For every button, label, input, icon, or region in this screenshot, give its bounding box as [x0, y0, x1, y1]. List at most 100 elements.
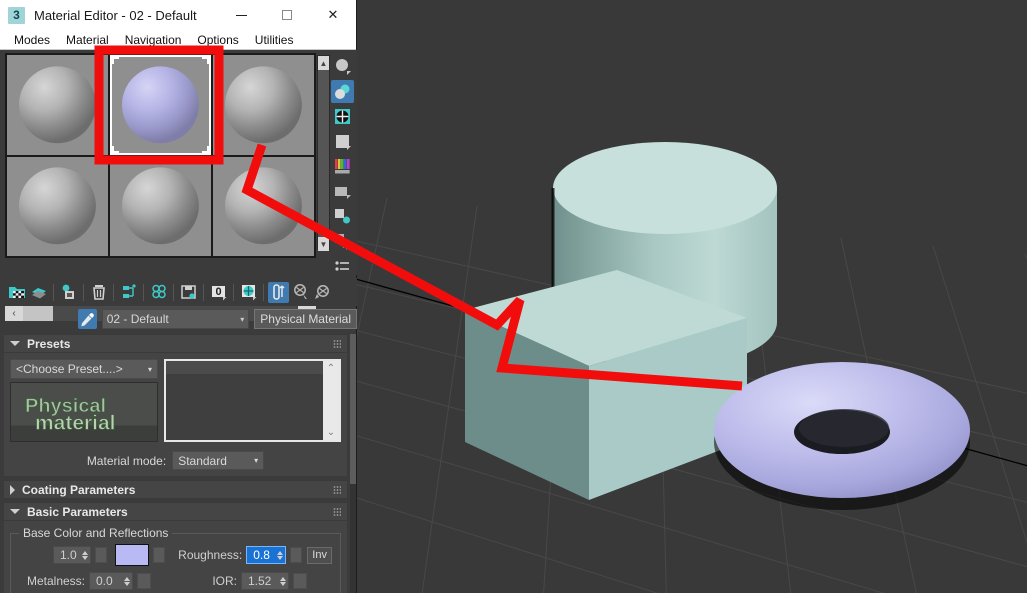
- preset-list-scrollbar[interactable]: ⌃ ⌄: [323, 361, 339, 440]
- roughness-spinner[interactable]: 0.8: [246, 546, 287, 564]
- object-torus: [714, 362, 970, 510]
- ior-value: 1.52: [248, 574, 272, 588]
- sample-slot-2[interactable]: [110, 55, 211, 155]
- spinner-arrows-icon[interactable]: [124, 576, 130, 586]
- rollout-grip[interactable]: [333, 485, 341, 494]
- rollout-grip[interactable]: [333, 507, 341, 516]
- sample-slot-4[interactable]: [7, 156, 108, 256]
- background-checker-icon[interactable]: [331, 105, 354, 128]
- chevron-right-icon: [10, 484, 15, 495]
- scrollbar-track[interactable]: [318, 70, 329, 237]
- slot-corner-marker: [202, 145, 209, 153]
- rollout-coating-header[interactable]: Coating Parameters: [3, 480, 348, 499]
- slots-vertical-scrollbar[interactable]: ▲ ▼: [317, 55, 330, 251]
- close-button[interactable]: ✕: [310, 0, 356, 30]
- make-preview-icon[interactable]: [331, 180, 354, 203]
- viewport-objects[interactable]: [357, 0, 1027, 593]
- spinner-arrows-icon[interactable]: [277, 550, 284, 560]
- sphere-preview-icon: [19, 167, 96, 245]
- menu-options[interactable]: Options: [189, 31, 246, 49]
- metalness-value: 0.0: [96, 574, 113, 588]
- material-mode-value: Standard: [178, 453, 227, 468]
- rollout-vertical-scrollbar[interactable]: [350, 334, 356, 593]
- roughness-map-button[interactable]: [290, 547, 303, 563]
- sample-type-sphere-icon[interactable]: [331, 55, 354, 78]
- toolbar-separator: [203, 283, 204, 301]
- roughness-label: Roughness:: [178, 548, 243, 562]
- toolbar-separator: [233, 283, 234, 301]
- go-forward-to-sibling-icon[interactable]: [312, 282, 333, 303]
- pick-material-from-object-icon[interactable]: [78, 309, 97, 329]
- menu-navigation[interactable]: Navigation: [117, 31, 190, 49]
- rollout-basic-header[interactable]: Basic Parameters: [3, 502, 348, 521]
- material-effects-channel-icon[interactable]: 0: [208, 282, 229, 303]
- sample-slots-area: ▲ ▼ ‹ ›: [0, 50, 357, 321]
- sample-slot-grid[interactable]: [5, 53, 316, 258]
- chevron-down-icon: [10, 341, 20, 346]
- viewport-3d[interactable]: [357, 0, 1027, 593]
- sample-slot-1[interactable]: [7, 55, 108, 155]
- material-mode-row: Material mode: Standard ▾: [10, 451, 341, 470]
- scroll-up-icon[interactable]: ⌃: [327, 363, 335, 374]
- metalness-spinner[interactable]: 0.0: [89, 572, 133, 590]
- show-shaded-material-in-viewport-icon[interactable]: [238, 282, 259, 303]
- base-color-map-button[interactable]: [153, 547, 166, 563]
- svg-text:0: 0: [215, 286, 221, 298]
- spinner-arrows-icon[interactable]: [82, 550, 89, 560]
- scrollbar-thumb[interactable]: [350, 334, 356, 484]
- show-end-result-icon[interactable]: [268, 281, 289, 303]
- ior-map-button[interactable]: [293, 573, 307, 589]
- material-type-button[interactable]: Physical Material: [254, 309, 357, 329]
- minimize-button[interactable]: [218, 0, 264, 30]
- sample-slot-6[interactable]: [213, 156, 314, 256]
- menu-utilities[interactable]: Utilities: [247, 31, 302, 49]
- spinner-arrows-icon[interactable]: [280, 576, 286, 586]
- reset-map-material-icon[interactable]: [118, 282, 139, 303]
- menu-material[interactable]: Material: [58, 31, 117, 49]
- toolbar-separator: [173, 283, 174, 301]
- metalness-ior-row: Metalness: 0.0 IOR: 1.52: [19, 572, 332, 590]
- base-color-swatch[interactable]: [115, 544, 150, 566]
- metalness-map-button[interactable]: [137, 573, 151, 589]
- rollout-grip[interactable]: [333, 339, 341, 348]
- roughness-invert-button[interactable]: Inv: [307, 546, 332, 564]
- sample-uv-tiling-icon[interactable]: [331, 130, 354, 153]
- screen: 3 Material Editor - 02 - Default ✕ Modes…: [0, 0, 1027, 593]
- scroll-down-icon[interactable]: ⌄: [327, 427, 335, 438]
- maximize-button[interactable]: [264, 0, 310, 30]
- get-material-icon[interactable]: [6, 282, 27, 303]
- material-id-channel-icon[interactable]: [331, 255, 354, 278]
- title-bar[interactable]: 3 Material Editor - 02 - Default ✕: [0, 0, 356, 30]
- rollout-coating-title: Coating Parameters: [22, 482, 136, 497]
- ior-spinner[interactable]: 1.52: [241, 572, 289, 590]
- scroll-down-icon[interactable]: ▼: [318, 237, 329, 251]
- select-by-material-icon[interactable]: [331, 230, 354, 253]
- go-to-parent-icon[interactable]: [290, 282, 311, 303]
- rollout-presets: Presets <Choose Preset....> ▾ Physical m…: [3, 334, 348, 477]
- assign-material-to-selection-icon[interactable]: [58, 282, 79, 303]
- sample-slot-5[interactable]: [110, 156, 211, 256]
- base-weight-spinner[interactable]: 1.0: [53, 546, 92, 564]
- material-mode-dropdown[interactable]: Standard ▾: [172, 451, 265, 470]
- options-icon[interactable]: [331, 205, 354, 228]
- sample-slot-3[interactable]: [213, 55, 314, 155]
- rollout-panel: Presets <Choose Preset....> ▾ Physical m…: [0, 334, 351, 593]
- base-weight-map-button[interactable]: [95, 547, 108, 563]
- preset-list-row[interactable]: [166, 361, 323, 374]
- sphere-preview-icon: [19, 66, 96, 144]
- preset-list-items[interactable]: [166, 361, 323, 440]
- scroll-up-icon[interactable]: ▲: [318, 56, 329, 70]
- choose-preset-dropdown[interactable]: <Choose Preset....> ▾: [10, 359, 158, 379]
- material-name-dropdown[interactable]: 02 - Default ▾: [101, 309, 250, 329]
- minimize-icon: [235, 14, 247, 16]
- rollout-presets-header[interactable]: Presets: [3, 334, 348, 353]
- backlight-icon[interactable]: [331, 80, 354, 103]
- preset-list-box[interactable]: ⌃ ⌄: [164, 359, 341, 442]
- menu-modes[interactable]: Modes: [6, 31, 58, 49]
- delete-material-icon[interactable]: [88, 282, 109, 303]
- video-color-check-icon[interactable]: [331, 155, 354, 178]
- slot-corner-marker: [112, 145, 119, 153]
- put-material-to-scene-icon[interactable]: [28, 282, 49, 303]
- make-material-copy-icon[interactable]: [148, 282, 169, 303]
- put-to-library-icon[interactable]: [178, 282, 199, 303]
